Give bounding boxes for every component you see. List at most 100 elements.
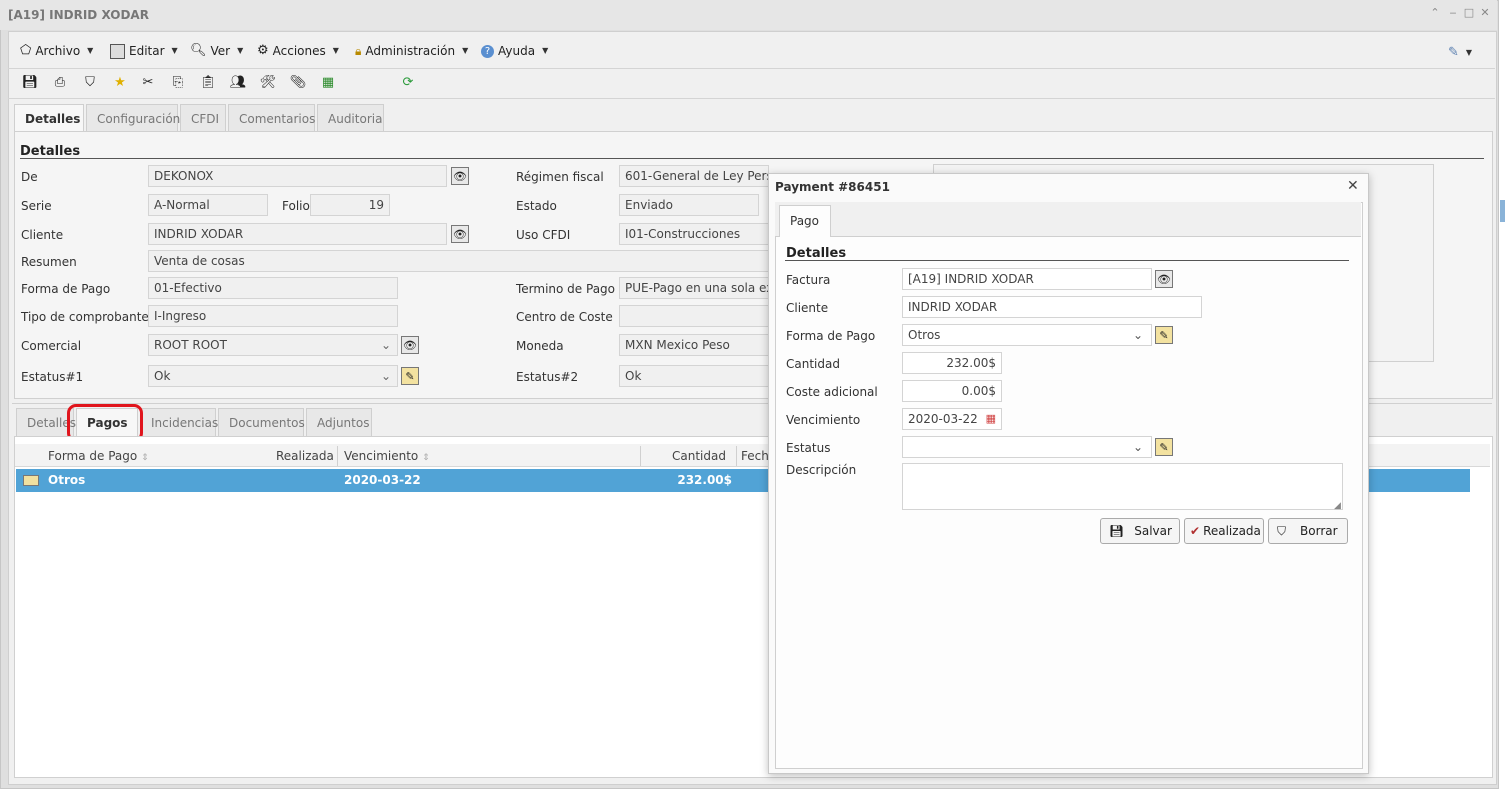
row-vencimiento: 2020-03-22 [344, 473, 421, 487]
scrollbar-thumb[interactable] [1500, 200, 1505, 222]
menu-administracion[interactable]: 🔒︎ Administración ▼ [355, 41, 468, 61]
row-forma: Otros [48, 473, 86, 487]
dialog-tab-pago[interactable]: Pago [779, 205, 831, 237]
centro-coste-field[interactable] [619, 305, 769, 327]
uso-cfdi-field[interactable]: I01-Construcciones [619, 223, 769, 245]
estatus2-label: Estatus#2 [516, 370, 579, 384]
vencimiento-label: Vencimiento [786, 413, 861, 427]
folio-field[interactable]: 19 [310, 194, 390, 216]
comercial-select[interactable]: ROOT ROOT ⌄ [148, 334, 398, 356]
moneda-label: Moneda [516, 339, 564, 353]
comercial-label: Comercial [21, 339, 82, 353]
comercial-value: ROOT ROOT [154, 338, 227, 352]
estado-field[interactable]: Enviado [619, 194, 759, 216]
forma-pago-field[interactable]: 01-Efectivo [148, 277, 398, 299]
resumen-field[interactable]: Venta de cosas [148, 250, 778, 272]
borrar-label: Borrar [1300, 524, 1338, 538]
tab-adjuntos[interactable]: Adjuntos [306, 408, 372, 436]
chevron-down-icon: ⌄ [380, 369, 391, 383]
factura-field[interactable]: [A19] INDRID XODAR [902, 268, 1152, 290]
col-forma-pago[interactable]: Forma de Pago ⇕ [48, 446, 149, 466]
maximize-icon[interactable]: □ [1462, 6, 1476, 20]
paste-icon[interactable]: 📋︎ [200, 74, 217, 90]
check-icon: ✔ [1190, 524, 1201, 538]
borrar-button[interactable]: ⛉ Borrar [1268, 518, 1348, 544]
vencimiento-field[interactable]: 2020-03-22 ▦ [902, 408, 1002, 430]
estatus2-field[interactable]: Ok [619, 365, 769, 387]
salvar-button[interactable]: 💾︎ Salvar [1100, 518, 1180, 544]
star-icon[interactable]: ★ [112, 74, 128, 90]
cliente-field[interactable]: INDRID XODAR [148, 223, 447, 245]
serie-field[interactable]: A-Normal [148, 194, 268, 216]
termino-pago-field[interactable]: PUE-Pago en una sola exhibición [619, 277, 769, 299]
tab-configuracion[interactable]: Configuración [86, 104, 180, 132]
user-menu[interactable]: ✎ ▼ [1448, 43, 1472, 63]
tools-icon[interactable]: 🛠︎ [260, 74, 277, 90]
collapse-icon[interactable]: ⌃ [1428, 6, 1442, 20]
cliente-view-icon[interactable]: 👁︎ [451, 225, 469, 243]
col-realizada[interactable]: Realizada [276, 446, 334, 466]
cut-icon[interactable]: ✂ [140, 74, 156, 90]
descripcion-textarea[interactable] [902, 463, 1343, 510]
tipo-comprobante-field[interactable]: I-Ingreso [148, 305, 398, 327]
estatus1-value: Ok [154, 369, 171, 383]
de-field[interactable]: DEKONOX [148, 165, 447, 187]
realizada-button[interactable]: ✔ Realizada [1184, 518, 1264, 544]
dialog-estatus-label: Estatus [786, 441, 831, 455]
refresh-icon[interactable]: ⟳ [400, 74, 416, 90]
attach-icon[interactable]: 📎︎ [290, 74, 307, 90]
save-icon[interactable]: 💾︎ [22, 74, 39, 90]
comercial-view-icon[interactable]: 👁︎ [401, 336, 419, 354]
minimize-icon[interactable]: ‒ [1446, 6, 1460, 20]
estatus1-select[interactable]: Ok ⌄ [148, 365, 398, 387]
menu-archivo[interactable]: ⬠ Archivo ▼ [20, 41, 93, 61]
delete-icon[interactable]: ⛉ [82, 74, 98, 90]
dialog-close-icon[interactable]: ✕ [1347, 178, 1359, 194]
dialog-cliente-field[interactable]: INDRID XODAR [902, 296, 1202, 318]
users-icon[interactable]: 👥︎ [230, 74, 247, 90]
moneda-field[interactable]: MXN Mexico Peso [619, 334, 769, 356]
calendar-icon[interactable]: ▦ [986, 409, 996, 429]
file-icon: ⬠ [20, 43, 32, 58]
col-forma-pago-label: Forma de Pago [48, 449, 138, 463]
dialog-forma-select[interactable]: Otros ⌄ [902, 324, 1152, 346]
cantidad-label: Cantidad [786, 357, 840, 371]
dialog-estatus-edit-icon[interactable]: ✎ [1155, 438, 1173, 456]
regimen-label: Régimen fiscal [516, 170, 604, 184]
tipo-comprobante-label: Tipo de comprobante [21, 310, 149, 324]
close-window-icon[interactable]: ✕ [1478, 6, 1492, 20]
cantidad-field[interactable]: 232.00$ [902, 352, 1002, 374]
regimen-field[interactable]: 601-General de Ley Personas Morales [619, 165, 769, 187]
menu-editar[interactable]: Editar ▼ [110, 41, 178, 61]
estado-label: Estado [516, 199, 557, 213]
tab-auditoria[interactable]: Auditoria [317, 104, 384, 132]
dialog-estatus-select[interactable]: ⌄ [902, 436, 1152, 458]
print-icon[interactable]: ⎙ [52, 74, 68, 90]
tab-detalles[interactable]: Detalles [14, 104, 84, 132]
menu-ayuda[interactable]: ? Ayuda ▼ [481, 41, 548, 61]
col-divider [337, 446, 338, 466]
dialog-section-title: Detalles [786, 246, 847, 261]
de-view-icon[interactable]: 👁︎ [451, 167, 469, 185]
tab-cfdi[interactable]: CFDI [180, 104, 226, 132]
col-vencimiento[interactable]: Vencimiento ⇕ [344, 446, 430, 466]
menu-acciones[interactable]: ⚙ Acciones ▼ [257, 41, 339, 61]
factura-view-icon[interactable]: 👁︎ [1155, 270, 1173, 288]
vencimiento-value: 2020-03-22 [908, 412, 978, 426]
tab-bottom-detalles[interactable]: Detalles [16, 408, 76, 436]
coste-adicional-field[interactable]: 0.00$ [902, 380, 1002, 402]
dialog-forma-edit-icon[interactable]: ✎ [1155, 326, 1173, 344]
col-cantidad[interactable]: Cantidad [672, 446, 726, 466]
copy-icon[interactable]: ⎘ [170, 74, 186, 90]
actions-icon: ⚙ [257, 43, 269, 58]
menu-administracion-label: Administración [365, 44, 456, 58]
export-icon[interactable]: ▦ [320, 74, 336, 90]
menu-ver[interactable]: 🔍︎ Ver ▼ [190, 41, 243, 61]
tab-comentarios[interactable]: Comentarios [228, 104, 315, 132]
save-icon: 💾︎ [1109, 524, 1125, 538]
tab-incidencias[interactable]: Incidencias [140, 408, 218, 436]
tab-documentos[interactable]: Documentos [218, 408, 305, 436]
row-cantidad: 232.00$ [677, 473, 732, 487]
estatus1-edit-icon[interactable]: ✎ [401, 367, 419, 385]
resize-handle-icon[interactable]: ◢ [1334, 501, 1341, 511]
